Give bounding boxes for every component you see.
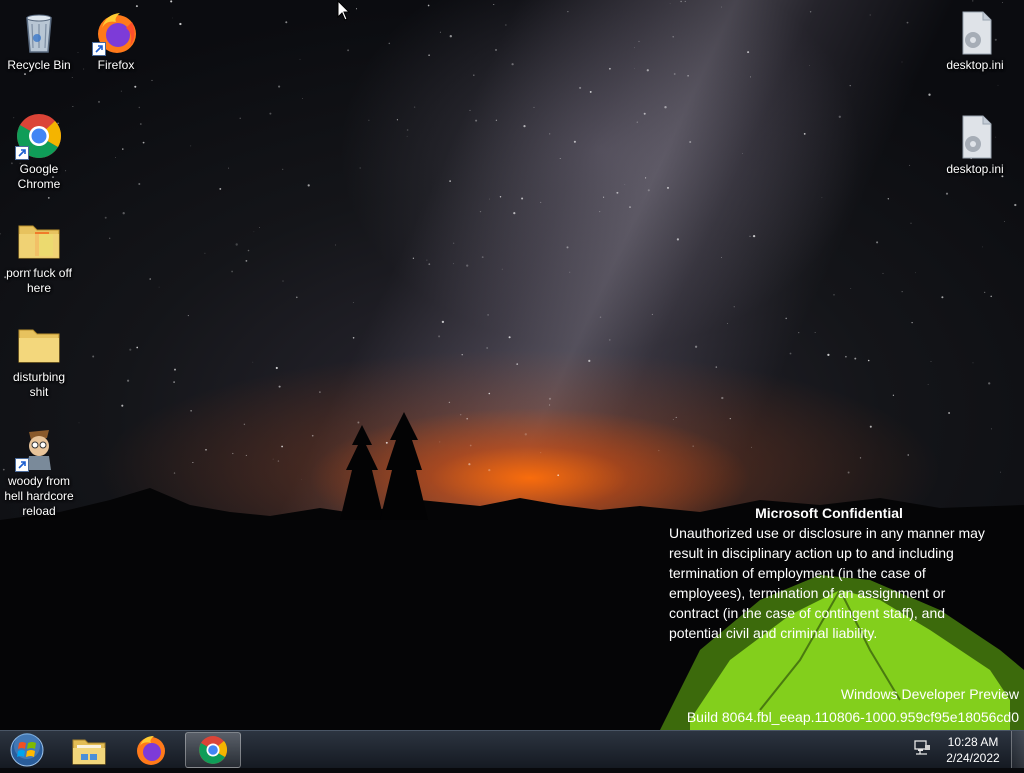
desktop-icon-label: desktop.ini	[946, 58, 1004, 72]
desktop-icon-firefox[interactable]: Firefox	[78, 8, 154, 73]
desktop-icon-label: Recycle Bin	[7, 58, 71, 72]
build-watermark: Windows Developer Preview Build 8064.fbl…	[687, 683, 1019, 729]
folder-icon	[15, 320, 63, 368]
firefox-icon	[137, 736, 165, 765]
taskbar-firefox-button[interactable]	[123, 732, 179, 768]
watermark-line: contract (in the case of contingent staf…	[669, 605, 946, 621]
watermark-line: employees), termination of an assignment…	[669, 585, 946, 601]
taskbar-clock[interactable]: 10:28 AM 2/24/2022	[938, 734, 1008, 766]
shortcut-arrow-icon	[92, 42, 106, 56]
desktop-icon-label: Firefox	[97, 58, 135, 72]
file-explorer-icon	[72, 739, 106, 765]
confidential-watermark: Microsoft Confidential Unauthorized use …	[669, 503, 1019, 643]
desktop-icon-desktop-ini-1[interactable]: desktop.ini	[937, 8, 1013, 73]
show-desktop-button[interactable]	[1011, 731, 1024, 768]
taskbar: 10:28 AM 2/24/2022	[0, 730, 1024, 768]
shortcut-arrow-icon	[15, 146, 29, 160]
desktop-icon-label: woody from hell hardcore reload	[4, 474, 74, 518]
woody-game-icon	[15, 424, 63, 472]
taskbar-chrome-button[interactable]	[185, 732, 241, 768]
desktop-icon-label: porn fuck off here	[6, 266, 72, 295]
clock-time: 10:28 AM	[947, 735, 999, 749]
taskbar-file-explorer-button[interactable]	[61, 732, 117, 768]
desktop-icon-folder-disturbing-shit[interactable]: disturbing shit	[1, 320, 77, 400]
watermark-line: result in disciplinary action up to and …	[669, 545, 954, 561]
clock-date: 2/24/2022	[946, 751, 1000, 765]
desktop-icon-google-chrome[interactable]: Google Chrome	[1, 112, 77, 192]
desktop-icon-folder-porn-fuck-off-here[interactable]: porn fuck off here	[1, 216, 77, 296]
desktop-icon-desktop-ini-2[interactable]: desktop.ini	[937, 112, 1013, 177]
watermark-title: Microsoft Confidential	[755, 505, 903, 521]
desktop-icon-label: desktop.ini	[946, 162, 1004, 176]
firefox-icon	[92, 8, 140, 56]
recycle-bin-icon	[15, 8, 63, 56]
desktop-icon-label: disturbing shit	[12, 370, 66, 399]
start-button[interactable]	[5, 732, 49, 768]
chrome-icon	[15, 112, 63, 160]
windows-edition-text: Windows Developer Preview	[840, 686, 1019, 702]
watermark-line: Unauthorized use or disclosure in any ma…	[669, 525, 985, 541]
network-icon[interactable]	[913, 740, 931, 756]
desktop-icon-label: Google Chrome	[17, 162, 61, 191]
chrome-icon	[199, 736, 228, 764]
watermark-line: potential civil and criminal liability.	[669, 625, 878, 641]
mouse-pointer-icon	[337, 0, 351, 21]
desktop-icon-recycle-bin[interactable]: Recycle Bin	[1, 8, 77, 73]
shortcut-arrow-icon	[15, 458, 29, 472]
watermark-line: termination of employment (in the case o…	[669, 565, 926, 581]
settings-file-icon	[951, 112, 999, 160]
windows-start-orb-icon	[10, 733, 44, 767]
build-number-text: Build 8064.fbl_eeap.110806-1000.959cf95e…	[686, 709, 1019, 725]
settings-file-icon	[951, 8, 999, 56]
desktop-icon-woody-from-hell[interactable]: woody from hell hardcore reload	[1, 424, 77, 519]
desktop-wallpaper[interactable]: Recycle Bin Firefox Google Chrome porn f…	[0, 0, 1024, 730]
folder-icon	[15, 216, 63, 264]
